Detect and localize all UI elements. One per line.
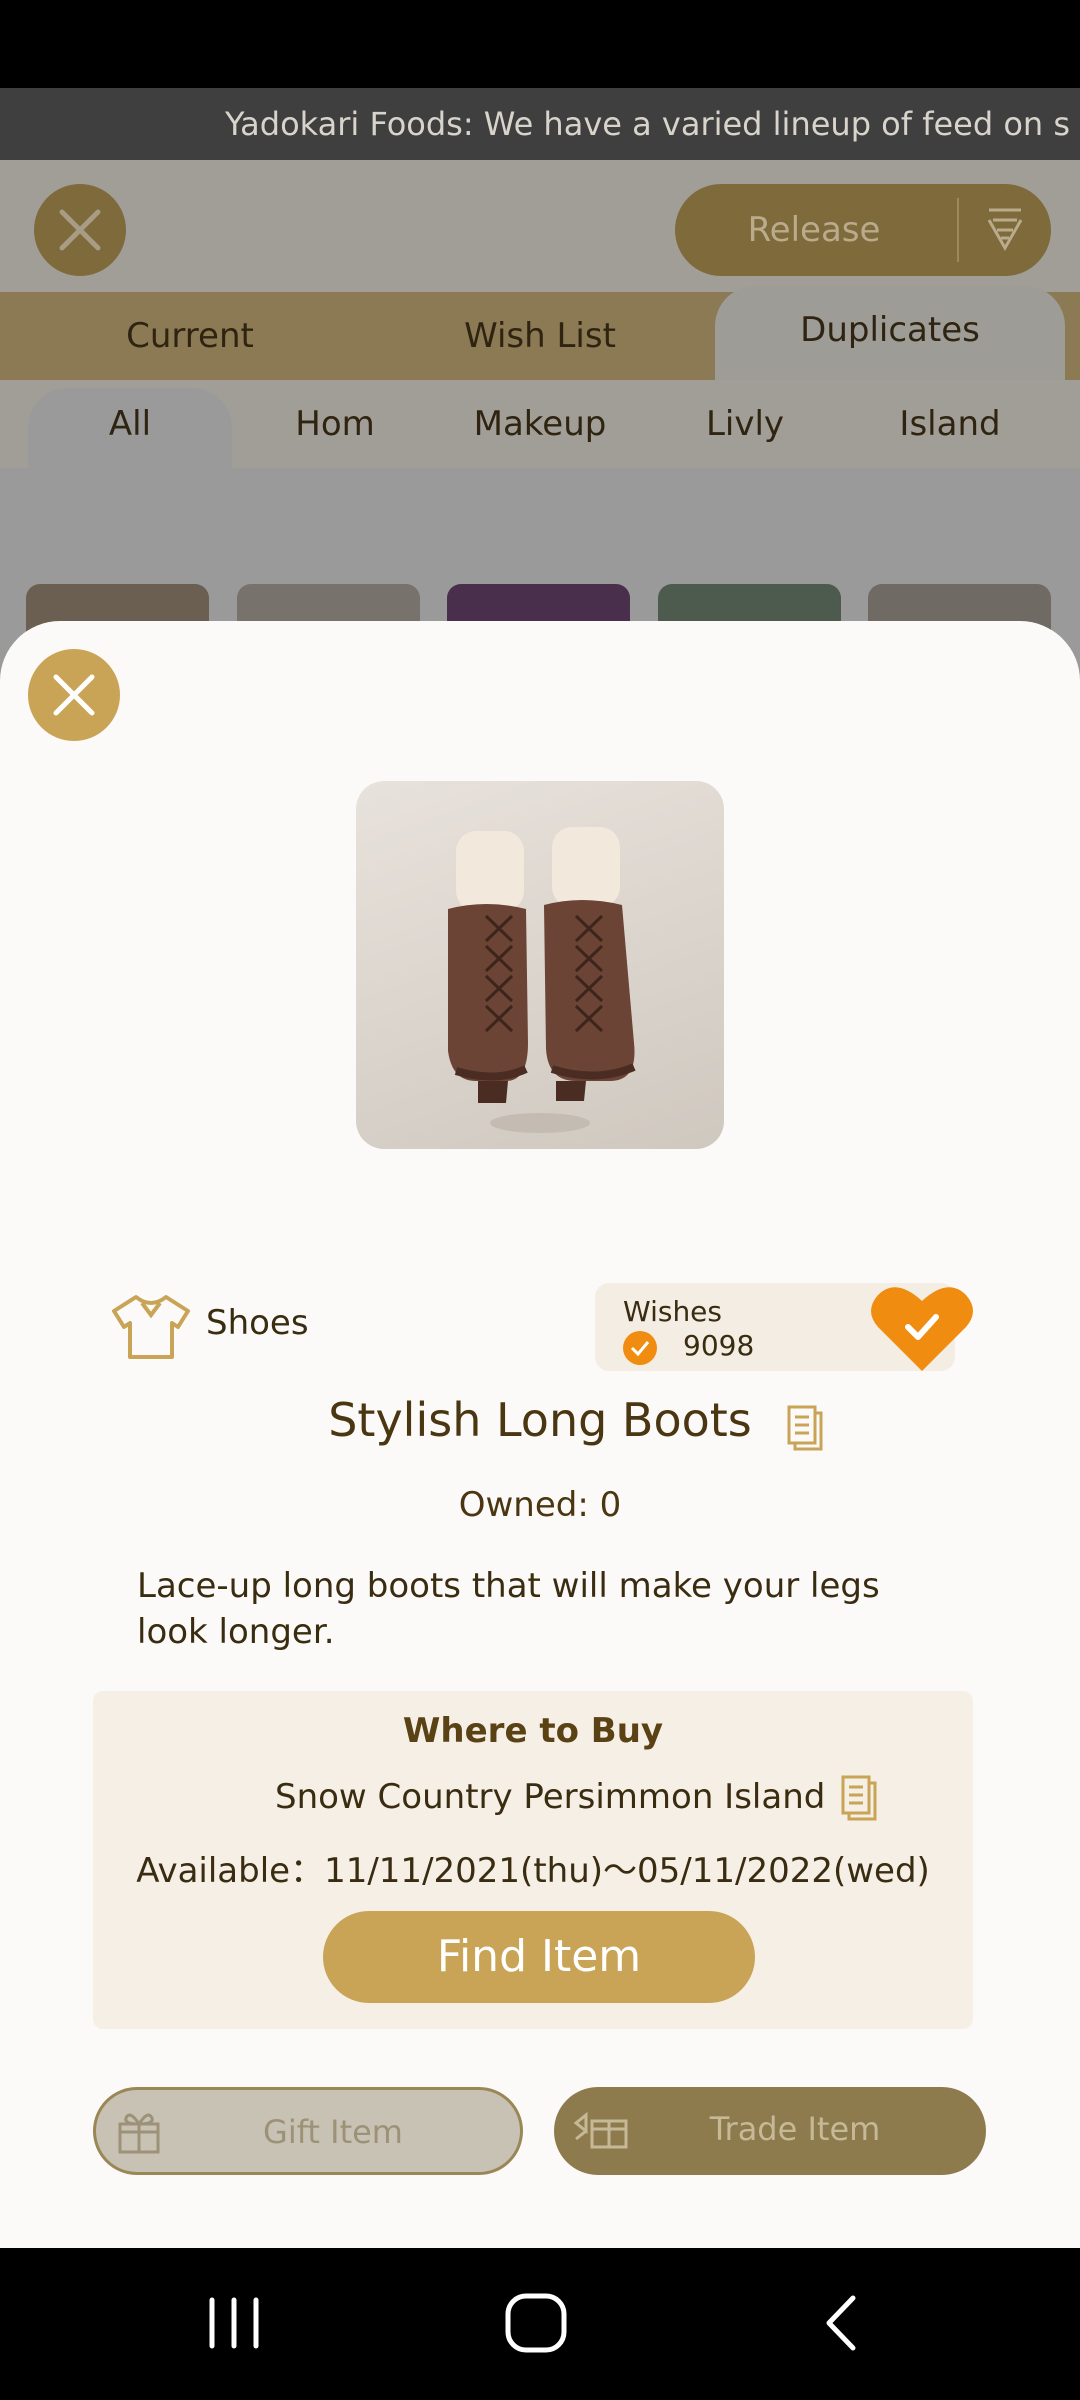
- status-bar: [0, 0, 1080, 88]
- wishes-label: Wishes: [623, 1295, 722, 1328]
- copy-icon[interactable]: [839, 1775, 879, 1823]
- where-to-buy-title: Where to Buy: [402, 1711, 664, 1751]
- back-icon[interactable]: [815, 2288, 865, 2358]
- find-item-button[interactable]: Find Item: [323, 1911, 755, 2003]
- wish-check-icon: [623, 1331, 657, 1365]
- trade-item-label: Trade Item: [709, 2110, 881, 2148]
- wish-heart-button[interactable]: [870, 1281, 974, 1375]
- recent-apps-icon[interactable]: [204, 2288, 264, 2358]
- item-detail-sheet: Shoes Wishes 9098 Stylish Long Boots Own…: [0, 621, 1080, 2248]
- category-hom: Hom: [295, 404, 375, 444]
- category-all: All: [28, 388, 232, 468]
- system-nav-bar: [0, 2248, 1080, 2400]
- buy-location: Snow Country Persimmon Island: [275, 1777, 826, 1817]
- release-label: Release: [747, 210, 881, 250]
- gift-item-label: Gift Item: [263, 2113, 403, 2151]
- news-ticker: Yadokari Foods: We have a varied lineup …: [0, 88, 1080, 160]
- release-button: Release: [675, 184, 1051, 276]
- background-categories: All Hom Makeup Livly Island: [0, 380, 1080, 468]
- item-image: [356, 781, 724, 1149]
- wishes-count: 9098: [683, 1329, 755, 1362]
- background-tabs: Current Wish List Duplicates: [0, 286, 1080, 380]
- boots-illustration: [448, 827, 636, 1133]
- background-header: Release: [0, 160, 1080, 292]
- category-livly: Livly: [705, 404, 785, 444]
- category-island: Island: [899, 404, 1001, 444]
- sort-filter-icon: [987, 208, 1023, 252]
- tab-duplicates: Duplicates: [715, 286, 1065, 380]
- ticker-text: Yadokari Foods: We have a varied lineup …: [225, 105, 1071, 143]
- shirt-icon: [112, 1295, 190, 1359]
- category-label: Shoes: [206, 1303, 309, 1343]
- release-divider: [957, 198, 959, 262]
- background-close-button: [34, 184, 126, 276]
- close-icon: [53, 674, 95, 716]
- copy-icon[interactable]: [785, 1405, 825, 1453]
- owned-count: Owned: 0: [458, 1485, 622, 1525]
- item-description: Lace-up long boots that will make your l…: [137, 1566, 880, 1652]
- availability-dates: Available：11/11/2021(thu)～05/11/2022(wed…: [136, 1851, 930, 1891]
- close-button[interactable]: [28, 649, 120, 741]
- where-to-buy-panel: Where to Buy Snow Country Persimmon Isla…: [93, 1691, 973, 2029]
- category-makeup: Makeup: [473, 404, 607, 444]
- close-icon: [59, 209, 101, 251]
- gift-item-button[interactable]: Gift Item: [93, 2087, 523, 2175]
- tab-current: Current: [126, 316, 254, 356]
- trade-item-button[interactable]: Trade Item: [554, 2087, 986, 2175]
- item-name: Stylish Long Boots: [328, 1393, 752, 1447]
- home-icon[interactable]: [502, 2288, 572, 2358]
- tab-wish-list: Wish List: [464, 316, 616, 356]
